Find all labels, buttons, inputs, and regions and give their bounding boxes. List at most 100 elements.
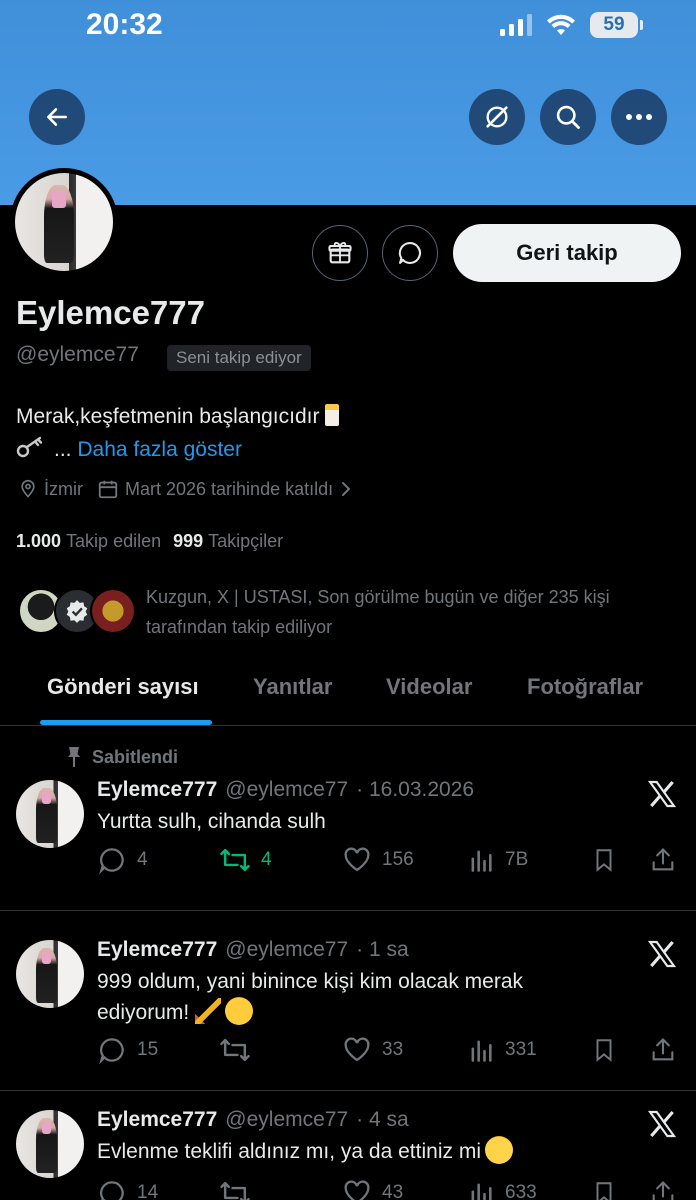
views-button[interactable]: 331 [467,1035,537,1065]
profile-avatar[interactable] [10,168,118,276]
message-button[interactable] [382,225,438,281]
profile-meta: İzmir Mart 2026 tarihinde katıldı [18,478,367,500]
tab-posts[interactable]: Gönderi sayısı [47,674,199,700]
share-icon[interactable] [649,1035,677,1065]
followers-count[interactable]: 999 Takipçiler [173,531,283,552]
heart-icon [344,1037,370,1062]
heart-icon [344,1180,370,1200]
battery-indicator: 59 [590,12,643,38]
post-author-handle: @eylemce77 [225,1108,349,1131]
eye-roll-emoji-icon [484,1136,513,1164]
post-divider [0,1090,696,1091]
post-actions: 14 43 633 [97,1178,682,1200]
display-name: Eylemce777 [16,294,205,331]
bookmark-icon[interactable] [591,1178,617,1200]
search-button[interactable] [540,89,596,145]
like-button[interactable]: 156 [342,845,414,875]
post-author-handle: @eylemce77 [225,778,349,801]
bookmark-icon[interactable] [591,1035,617,1065]
reply-button[interactable]: 14 [97,1178,158,1200]
bookmark-icon[interactable] [591,845,617,875]
views-chart-icon [471,1040,492,1062]
views-chart-icon [471,850,492,872]
post-header: Eylemce777 @eylemce77 · 1 sa [97,938,409,962]
post-header: Eylemce777 @eylemce77 · 4 sa [97,1108,409,1132]
candle-emoji-icon [325,404,340,426]
reply-button[interactable]: 4 [97,845,148,875]
mutual-avatars [18,588,138,636]
location: İzmir [18,478,83,500]
post-author-name[interactable]: Eylemce777 [97,778,217,802]
post-author-name[interactable]: Eylemce777 [97,938,217,962]
status-time: 20:32 [86,8,163,41]
like-button[interactable]: 33 [342,1035,403,1065]
post-time: · 4 sa [356,1108,409,1131]
post-header: Eylemce777 @eylemce77 · 16.03.2026 [97,778,474,802]
views-chart-icon [471,1183,492,1200]
show-more-link[interactable]: Daha fazla göster [77,438,242,461]
post-time: · 1 sa [356,938,409,961]
bio-ellipsis: ... [54,438,72,461]
tab-replies[interactable]: Yanıtlar [253,674,332,700]
repost-button[interactable] [219,1035,251,1065]
profile-bio: Merak,keşfetmenin başlangıcıdır ... Daha… [16,400,676,466]
followed-by-text: Kuzgun, X | USTASI, Son görülme bugün ve… [146,587,610,637]
back-button[interactable] [29,89,85,145]
pin-icon [68,747,80,767]
post-avatar[interactable] [16,780,84,848]
tab-videos[interactable]: Videolar [386,674,472,700]
following-count[interactable]: 1.000 Takip edilen [16,531,161,552]
avatar-image [15,173,113,271]
views-button[interactable]: 7B [467,845,528,875]
post-author-handle: @eylemce77 [225,938,349,961]
verified-badge-icon [66,600,88,623]
share-icon[interactable] [649,845,677,875]
chevron-right-icon [342,482,351,496]
post-actions: 4 4 156 7B [97,845,682,885]
repost-button[interactable] [219,1178,251,1200]
x-logo-icon [647,1110,677,1138]
signal-icon [500,14,532,36]
slashed-circle-icon [486,106,508,128]
grinning-sweat-emoji-icon [225,997,254,1025]
post-text: 999 oldum, yani binince kişi kim olacak … [97,970,524,1025]
post-avatar[interactable] [16,1110,84,1178]
follow-back-button[interactable]: Geri takip [453,224,681,282]
x-logo-icon [647,780,677,808]
post-author-name[interactable]: Eylemce777 [97,1108,217,1132]
status-bar: 20:32 59 [0,0,696,50]
repost-button[interactable]: 4 [219,845,272,875]
heart-icon [344,847,370,872]
more-options-button[interactable] [611,89,667,145]
mute-toggle-button[interactable] [469,89,525,145]
bio-text: Merak,keşfetmenin başlangıcıdır [16,405,320,428]
x-logo-icon [647,940,677,968]
calendar-icon [98,480,118,499]
follows-you-badge: Seni takip ediyor [167,345,311,371]
post-text: Evlenme teklifi aldınız mı, ya da ettini… [97,1136,637,1167]
key-emoji-icon [16,436,43,458]
repost-icon [220,1181,250,1200]
gift-button[interactable] [312,225,368,281]
more-dots-icon [626,114,652,120]
repost-icon [220,1038,250,1062]
chat-bubble-icon [398,242,421,264]
reply-icon [100,1181,124,1200]
party-popper-emoji-icon [195,998,222,1024]
mutual-avatar [90,588,136,634]
followed-by-row[interactable]: Kuzgun, X | USTASI, Son görülme bugün ve… [18,586,678,640]
post-divider [0,910,696,911]
like-button[interactable]: 43 [342,1178,403,1200]
active-tab-indicator [40,720,212,725]
repost-icon [220,848,250,872]
join-date[interactable]: Mart 2026 tarihinde katıldı [97,478,353,500]
gift-icon [328,242,352,264]
share-icon[interactable] [649,1178,677,1200]
reply-icon [99,1038,124,1065]
reply-button[interactable]: 15 [97,1035,158,1065]
post-text: Yurtta sulh, cihanda sulh [97,810,326,833]
tab-photos[interactable]: Fotoğraflar [527,674,643,700]
views-button[interactable]: 633 [467,1178,537,1200]
join-date-text: Mart 2026 tarihinde katıldı [125,478,334,499]
post-avatar[interactable] [16,940,84,1008]
